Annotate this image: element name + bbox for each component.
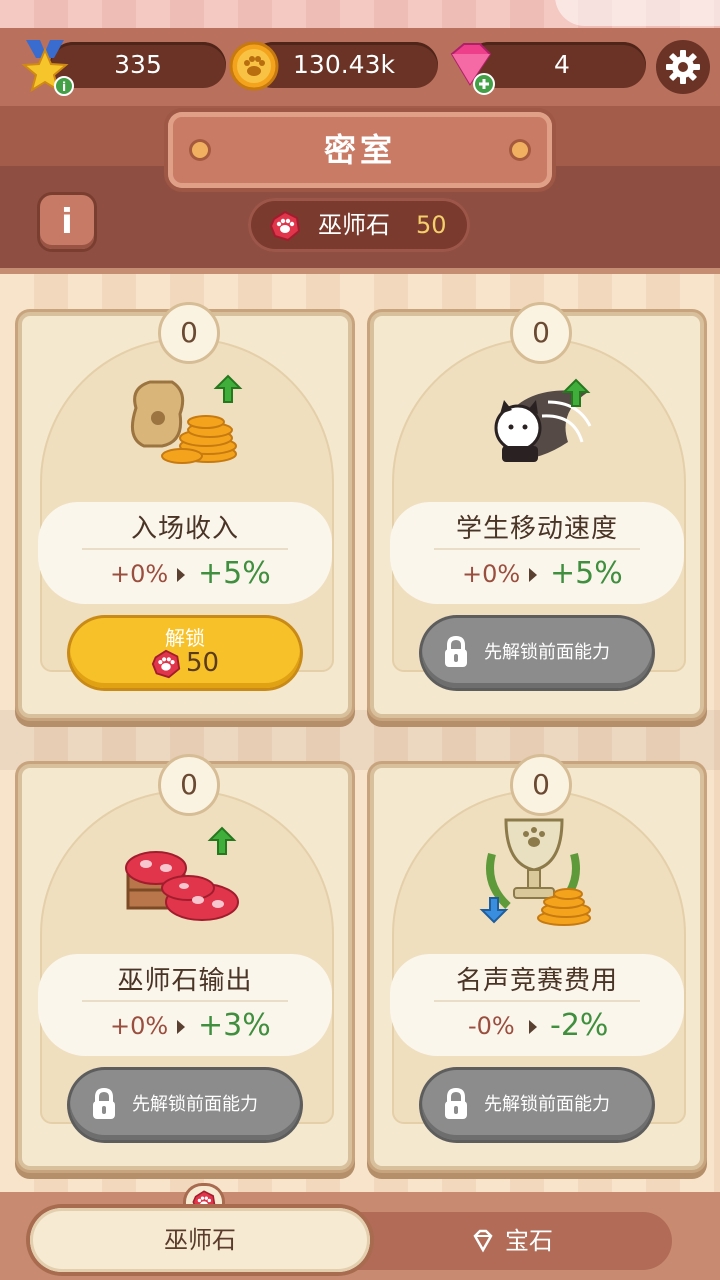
arrow-right-icon [177, 1020, 185, 1034]
card-divider [434, 548, 640, 550]
wizard-stone-label: 巫师石 [318, 211, 390, 239]
tab-gems-label: 宝石 [505, 1227, 553, 1255]
locked-label: 先解锁前面能力 [484, 1094, 610, 1115]
card-divider [82, 548, 288, 550]
wizard-stone-counter: 巫师石 50 [248, 198, 470, 252]
star-medal-icon: i [21, 40, 74, 96]
card-divider [82, 1000, 288, 1002]
gem-outline-icon [473, 1229, 493, 1253]
unlock-label: 解锁 [165, 626, 205, 650]
card-title: 巫师石输出 [117, 966, 253, 996]
lock-icon [445, 635, 467, 667]
arrow-right-icon [529, 1020, 537, 1034]
unlock-cost: 50 [186, 648, 220, 678]
lock-icon [445, 1087, 467, 1119]
wizard-stone-pile-icon [125, 826, 239, 921]
unlock-button[interactable]: 解锁 50 [70, 618, 300, 688]
card-level: 0 [510, 302, 572, 364]
paw-coin-icon [229, 41, 279, 91]
card-level: 0 [158, 302, 220, 364]
running-cat-icon [494, 378, 592, 462]
tab-wizard-stone-label: 巫师石 [164, 1226, 236, 1254]
card-next-value: +5% [550, 556, 623, 591]
wizard-stone-icon [269, 210, 301, 242]
card-title: 学生移动速度 [455, 514, 618, 544]
level-pill[interactable]: 335 [50, 42, 226, 88]
arrow-right-icon [529, 568, 537, 582]
title-banner: 密室 [168, 112, 552, 188]
card-next-value: +5% [198, 556, 271, 591]
card-divider [434, 1000, 640, 1002]
info-button[interactable]: i [40, 195, 94, 249]
card-current-value: +0% [110, 560, 169, 588]
upgrade-card-fame-contest-fee[interactable]: 0 名声竞赛费用 -0% -2% 先解锁前面能力 [374, 754, 700, 1166]
gem-value: 4 [554, 50, 570, 79]
coin-value: 130.43k [293, 50, 395, 79]
level-value: 335 [114, 50, 162, 79]
locked-label: 先解锁前面能力 [484, 642, 610, 663]
locked-button[interactable]: 先解锁前面能力 [70, 1070, 300, 1140]
background-mid [0, 710, 720, 770]
card-title: 入场收入 [130, 514, 239, 544]
wizard-stone-count: 50 [416, 211, 447, 239]
upgrade-card-entry-income[interactable]: 0 入场收入 +0% +5% 解锁 50 [22, 302, 348, 714]
system-menu-capsule[interactable] [555, 0, 720, 26]
upgrade-card-stone-output[interactable]: 0 巫师石输出 +0% +3% 先解锁前面能力 [22, 754, 348, 1166]
card-level: 0 [510, 754, 572, 816]
lock-icon [93, 1087, 115, 1119]
wizard-stone-icon [151, 649, 181, 679]
svg-text:i: i [62, 80, 66, 94]
card-level: 0 [158, 754, 220, 816]
arrow-right-icon [177, 568, 185, 582]
card-next-value: +3% [198, 1008, 271, 1043]
info-icon: i [61, 202, 73, 242]
settings-button[interactable] [656, 40, 710, 94]
locked-button[interactable]: 先解锁前面能力 [422, 1070, 652, 1140]
page-title: 密室 [323, 131, 396, 169]
locked-button[interactable]: 先解锁前面能力 [422, 618, 652, 688]
trophy-icon [479, 818, 591, 926]
locked-label: 先解锁前面能力 [132, 1094, 258, 1115]
gear-icon [666, 50, 700, 84]
upgrade-card-student-speed[interactable]: 0 学生移动速度 +0% +5% 先解锁前面能力 [374, 302, 700, 714]
coin-bag-icon [130, 374, 243, 464]
card-next-value: -2% [550, 1008, 609, 1043]
card-title: 名声竞赛费用 [455, 966, 618, 996]
tab-wizard-stone[interactable]: 巫师石 [30, 1208, 370, 1272]
pink-gem-icon [450, 43, 495, 95]
card-current-value: -0% [468, 1012, 515, 1040]
card-current-value: +0% [462, 560, 521, 588]
card-current-value: +0% [110, 1012, 169, 1040]
